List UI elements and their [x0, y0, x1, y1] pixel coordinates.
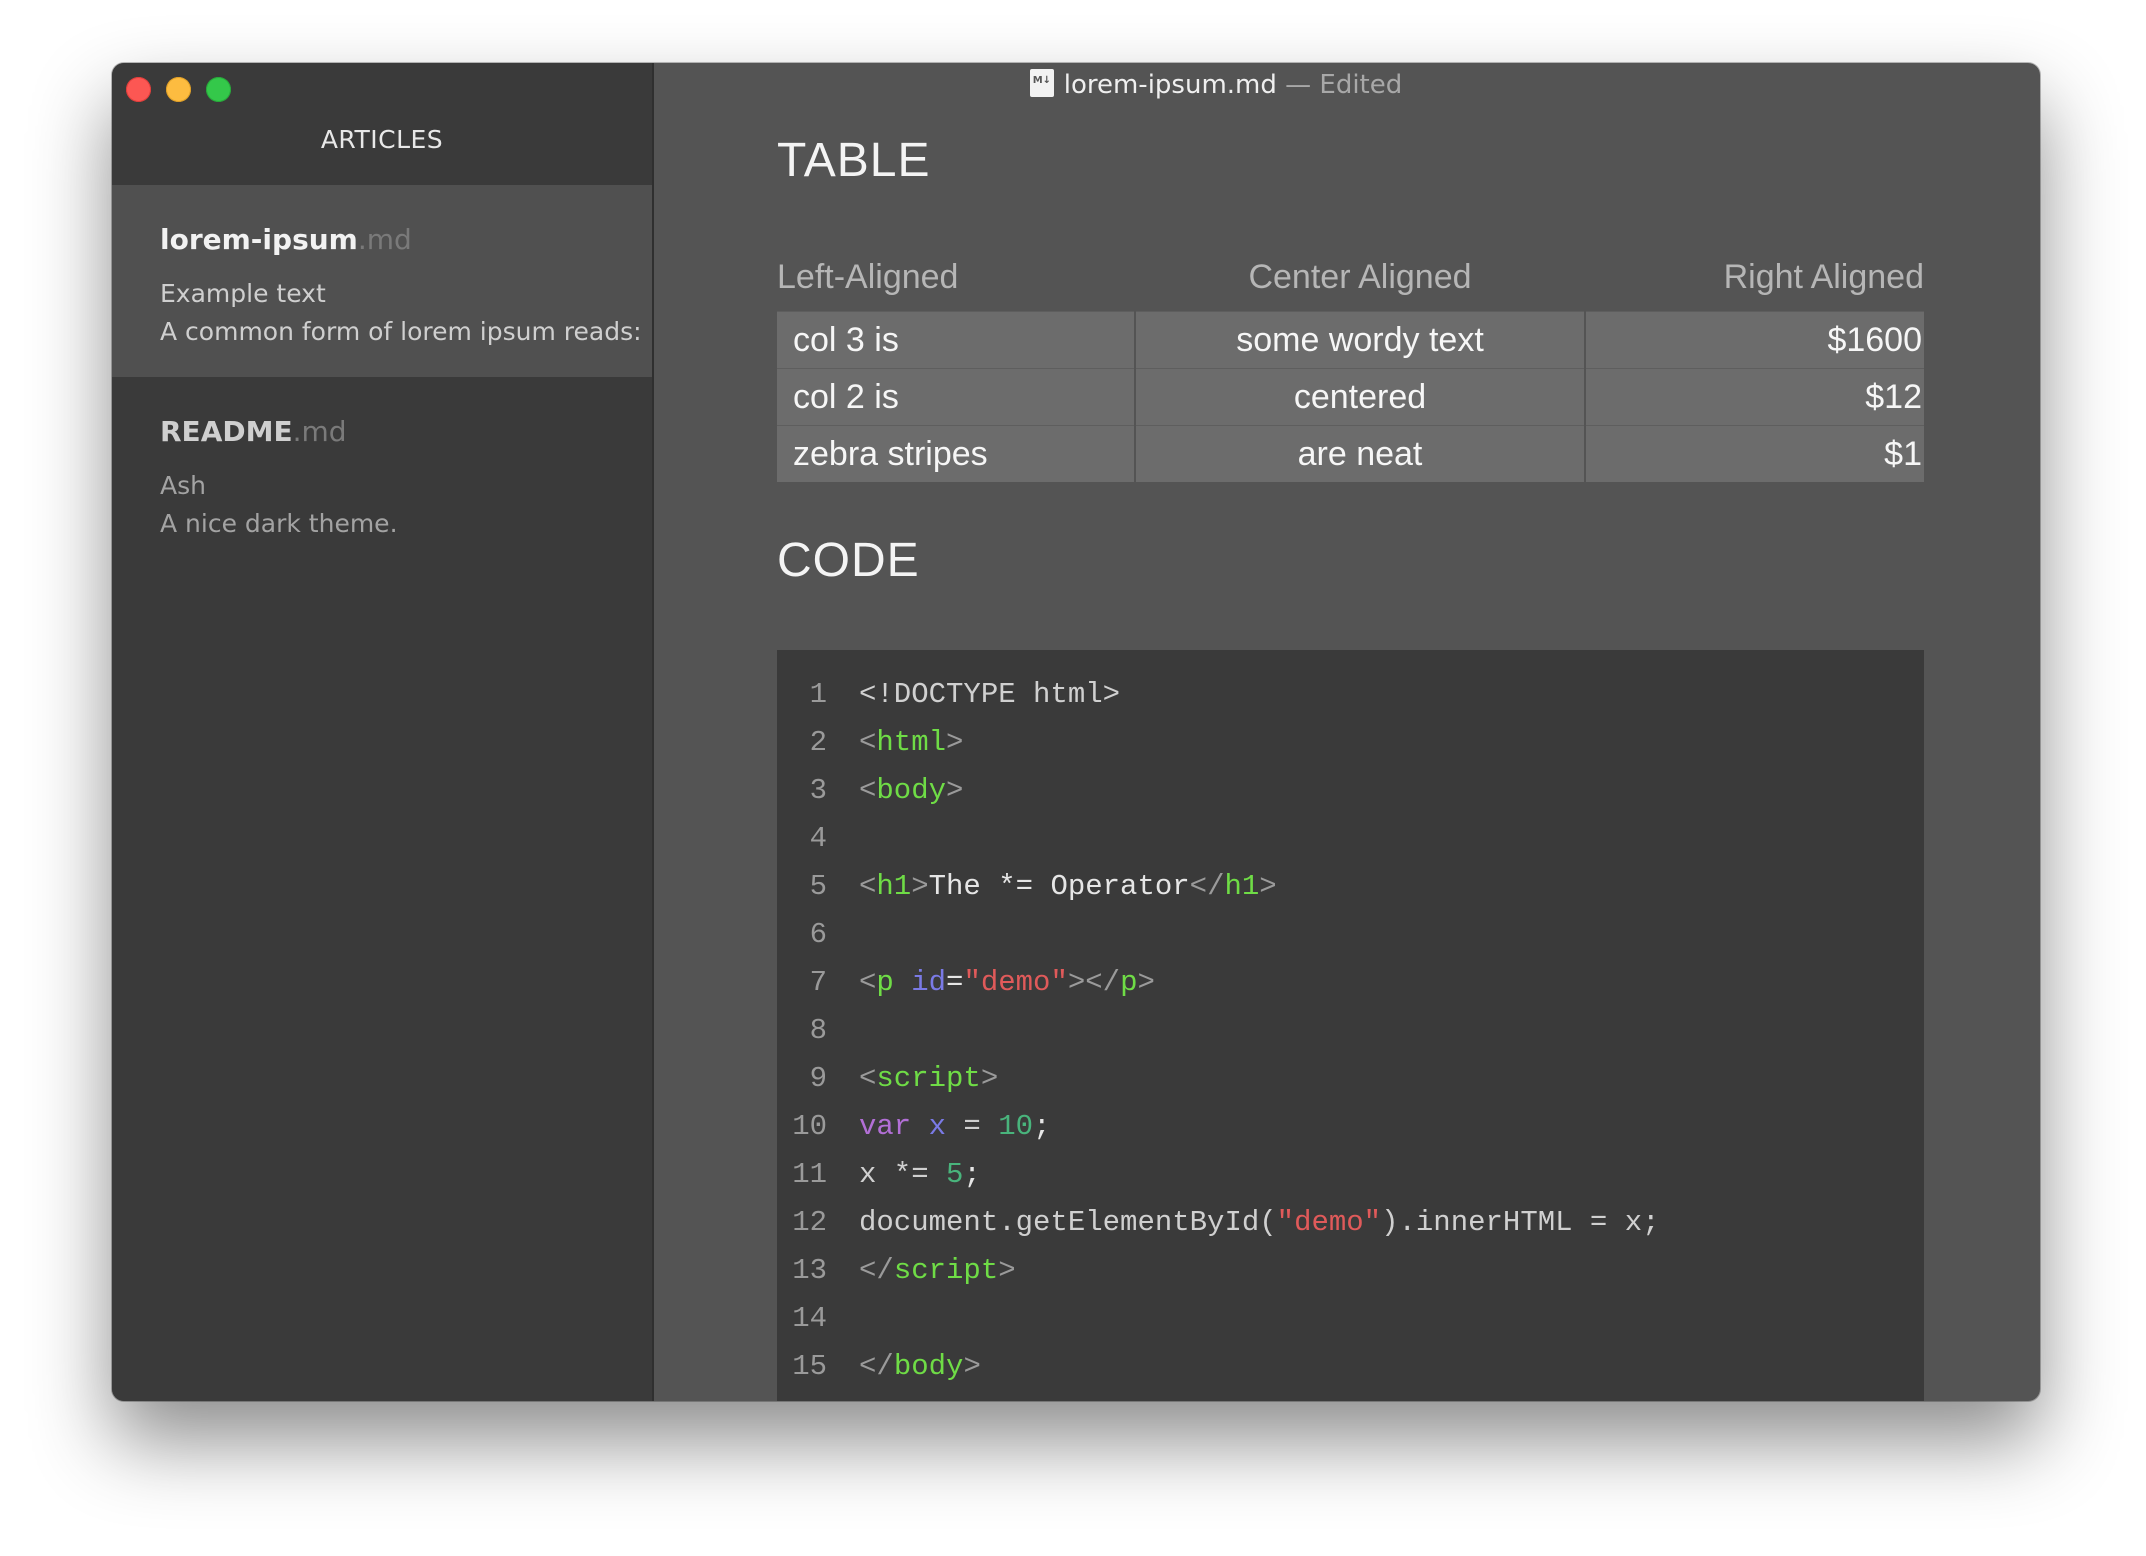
table-heading: TABLE [777, 134, 931, 187]
line-number: 7 [809, 966, 827, 999]
table-cell: col 3 is [777, 311, 1135, 369]
table-cell: $1600 [1584, 311, 1924, 369]
article-preview-line: Example text [160, 279, 326, 308]
article-title: lorem-ipsum [160, 223, 358, 256]
table-row: col 3 is some wordy text $1600 [777, 311, 1924, 369]
code-line: 6 [777, 918, 859, 966]
code-operator: = [946, 1110, 999, 1143]
code-line: 10 var x = 10; [777, 1110, 1050, 1158]
table-cell: $1 [1584, 425, 1924, 482]
sidebar: ARTICLES lorem-ipsum.md Example text A c… [112, 63, 654, 1401]
code-block[interactable]: 1 <!DOCTYPE html> 2 <html> 3 <body> 4 5 <h1>… [777, 650, 1924, 1401]
line-number: 15 [792, 1350, 827, 1383]
table-cell: some wordy text [1134, 311, 1585, 369]
table-row: zebra stripes are neat $1 [777, 425, 1924, 482]
code-text: document.getElementById( [859, 1206, 1277, 1239]
code-tag: body [893, 1350, 964, 1383]
app-window: ARTICLES lorem-ipsum.md Example text A c… [112, 63, 2040, 1401]
code-line: 14 [777, 1302, 859, 1350]
line-number: 14 [792, 1302, 827, 1335]
article-preview-line: A common form of lorem ipsum reads: [160, 317, 642, 346]
line-number: 11 [792, 1158, 827, 1191]
table-header-cell: Center Aligned [1248, 257, 1472, 296]
line-number: 2 [809, 726, 827, 759]
code-line: 8 [777, 1014, 859, 1062]
code-string: "demo" [963, 966, 1068, 999]
sidebar-title: ARTICLES [320, 125, 444, 154]
window-controls [126, 77, 231, 102]
table-row: col 2 is centered $12 [777, 368, 1924, 426]
article-name: README.md [160, 415, 347, 448]
table-header-row: Left-Aligned Center Aligned Right Aligne… [777, 249, 1924, 312]
code-text: ).innerHTML = x; [1381, 1206, 1660, 1239]
markdown-table: Left-Aligned Center Aligned Right Aligne… [777, 249, 1924, 482]
line-number: 12 [792, 1206, 827, 1239]
code-line: 12 document.getElementById("demo").innerH… [777, 1206, 1660, 1254]
code-tag: html [876, 726, 947, 759]
line-number: 8 [809, 1014, 827, 1047]
table-header-cell: Right Aligned [1723, 257, 1924, 296]
code-tag: script [893, 1254, 999, 1287]
table-cell: centered [1134, 368, 1585, 426]
code-tag: p [876, 966, 894, 999]
title-bar: lorem-ipsum.md — Edited [652, 69, 2040, 113]
code-punctuation: ; [963, 1158, 981, 1191]
window-title: lorem-ipsum.md [1063, 70, 1277, 100]
article-preview-line: A nice dark theme. [160, 509, 398, 538]
code-attribute: id [911, 966, 947, 999]
table-cell: zebra stripes [777, 425, 1135, 482]
line-number: 9 [809, 1062, 827, 1095]
article-item-lorem-ipsum[interactable]: lorem-ipsum.md Example text A common for… [112, 185, 652, 377]
table-cell: col 2 is [777, 368, 1135, 426]
code-line: 5 <h1>The *= Operator</h1> [777, 870, 1277, 918]
code-number: 10 [998, 1110, 1034, 1143]
code-line: 11 x *= 5; [777, 1158, 981, 1206]
code-tag: script [876, 1062, 981, 1095]
line-number: 10 [792, 1110, 827, 1143]
table-header-cell: Left-Aligned [777, 257, 959, 296]
code-text: The *= Operator [928, 870, 1190, 903]
code-string: "demo" [1276, 1206, 1382, 1239]
code-line: 3 <body> [777, 774, 964, 822]
article-title: README [160, 415, 293, 448]
line-number: 13 [792, 1254, 827, 1287]
code-line: 2 <html> [777, 726, 964, 774]
article-item-readme[interactable]: README.md Ash A nice dark theme. [112, 377, 652, 569]
line-number: 4 [809, 822, 827, 855]
article-extension: .md [292, 415, 347, 448]
maximize-window-button[interactable] [206, 77, 231, 102]
code-tag: p [1120, 966, 1138, 999]
minimize-window-button[interactable] [166, 77, 191, 102]
code-heading: CODE [777, 534, 920, 587]
code-tag: h1 [876, 870, 912, 903]
code-line: 7 <p id="demo"></p> [777, 966, 1155, 1014]
line-number: 1 [809, 678, 827, 711]
article-name: lorem-ipsum.md [160, 223, 412, 256]
edited-status: — Edited [1276, 70, 1403, 100]
line-number: 6 [809, 918, 827, 951]
code-text: <!DOCTYPE html> [859, 678, 1121, 711]
table-cell: are neat [1134, 425, 1585, 482]
markdown-document-icon [1029, 69, 1054, 97]
code-number: 5 [946, 1158, 964, 1191]
code-line: 13 </script> [777, 1254, 1015, 1302]
article-preview-line: Ash [160, 471, 206, 500]
code-punctuation: ; [1033, 1110, 1051, 1143]
code-text: x *= [859, 1158, 947, 1191]
code-tag: body [876, 774, 947, 807]
code-line: 4 [777, 822, 859, 870]
code-variable: x [928, 1110, 947, 1143]
code-line: 15 </body> [777, 1350, 981, 1398]
line-number: 5 [809, 870, 827, 903]
article-extension: .md [357, 223, 412, 256]
code-tag: h1 [1224, 870, 1260, 903]
close-window-button[interactable] [126, 77, 151, 102]
table-cell: $12 [1584, 368, 1924, 426]
line-number: 3 [809, 774, 827, 807]
code-keyword: var [859, 1110, 912, 1143]
code-line: 9 <script> [777, 1062, 999, 1110]
code-line: 1 <!DOCTYPE html> [777, 678, 1120, 726]
